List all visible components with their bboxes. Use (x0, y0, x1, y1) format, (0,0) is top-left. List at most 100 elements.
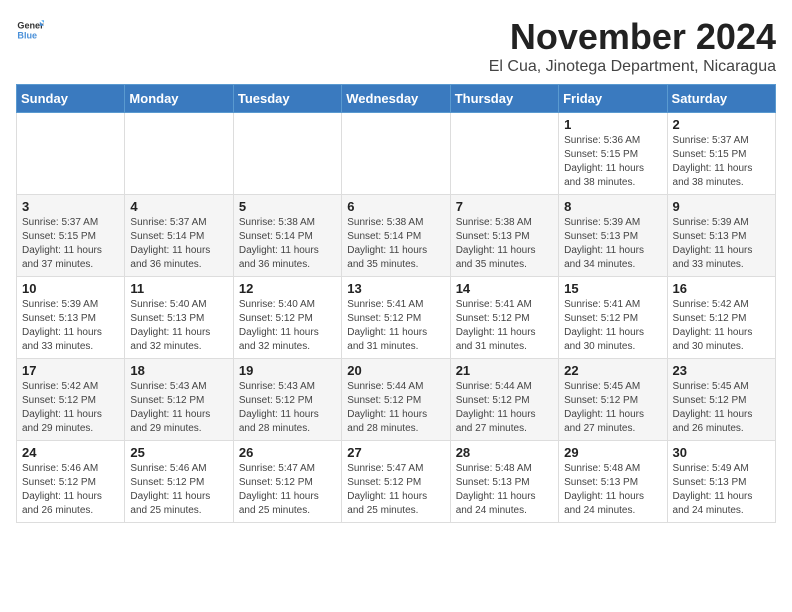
day-info: Sunrise: 5:37 AM Sunset: 5:15 PM Dayligh… (673, 134, 770, 190)
day-info: Sunrise: 5:46 AM Sunset: 5:12 PM Dayligh… (22, 462, 119, 518)
day-info: Sunrise: 5:44 AM Sunset: 5:12 PM Dayligh… (456, 380, 553, 436)
header-sunday: Sunday (17, 85, 125, 113)
header-tuesday: Tuesday (233, 85, 341, 113)
header-monday: Monday (125, 85, 233, 113)
day-info: Sunrise: 5:36 AM Sunset: 5:15 PM Dayligh… (564, 134, 661, 190)
day-number: 23 (673, 363, 770, 378)
day-info: Sunrise: 5:41 AM Sunset: 5:12 PM Dayligh… (456, 298, 553, 354)
day-number: 13 (347, 281, 444, 296)
day-number: 3 (22, 199, 119, 214)
day-info: Sunrise: 5:48 AM Sunset: 5:13 PM Dayligh… (456, 462, 553, 518)
page-header: General Blue November 2024 El Cua, Jinot… (16, 16, 776, 76)
day-number: 22 (564, 363, 661, 378)
day-info: Sunrise: 5:37 AM Sunset: 5:15 PM Dayligh… (22, 216, 119, 272)
day-info: Sunrise: 5:41 AM Sunset: 5:12 PM Dayligh… (347, 298, 444, 354)
table-row: 25 Sunrise: 5:46 AM Sunset: 5:12 PM Dayli… (125, 441, 233, 523)
table-row: 13 Sunrise: 5:41 AM Sunset: 5:12 PM Dayli… (342, 277, 450, 359)
day-number: 20 (347, 363, 444, 378)
table-row: 19 Sunrise: 5:43 AM Sunset: 5:12 PM Dayli… (233, 359, 341, 441)
day-info: Sunrise: 5:40 AM Sunset: 5:13 PM Dayligh… (130, 298, 227, 354)
day-number: 16 (673, 281, 770, 296)
calendar-week-row: 3 Sunrise: 5:37 AM Sunset: 5:15 PM Daylig… (17, 195, 776, 277)
day-info: Sunrise: 5:38 AM Sunset: 5:14 PM Dayligh… (347, 216, 444, 272)
day-number: 2 (673, 117, 770, 132)
location-subtitle: El Cua, Jinotega Department, Nicaragua (489, 58, 776, 76)
day-number: 21 (456, 363, 553, 378)
table-row: 29 Sunrise: 5:48 AM Sunset: 5:13 PM Dayli… (559, 441, 667, 523)
table-row (342, 113, 450, 195)
day-info: Sunrise: 5:46 AM Sunset: 5:12 PM Dayligh… (130, 462, 227, 518)
calendar-week-row: 1Sunrise: 5:36 AM Sunset: 5:15 PM Daylig… (17, 113, 776, 195)
table-row: 15Sunrise: 5:41 AM Sunset: 5:12 PM Dayli… (559, 277, 667, 359)
table-row: 9 Sunrise: 5:39 AM Sunset: 5:13 PM Daylig… (667, 195, 775, 277)
day-number: 7 (456, 199, 553, 214)
table-row: 26 Sunrise: 5:47 AM Sunset: 5:12 PM Dayli… (233, 441, 341, 523)
calendar-week-row: 24 Sunrise: 5:46 AM Sunset: 5:12 PM Dayli… (17, 441, 776, 523)
calendar-week-row: 17 Sunrise: 5:42 AM Sunset: 5:12 PM Dayli… (17, 359, 776, 441)
table-row: 1Sunrise: 5:36 AM Sunset: 5:15 PM Daylig… (559, 113, 667, 195)
day-info: Sunrise: 5:44 AM Sunset: 5:12 PM Dayligh… (347, 380, 444, 436)
day-info: Sunrise: 5:45 AM Sunset: 5:12 PM Dayligh… (673, 380, 770, 436)
day-info: Sunrise: 5:39 AM Sunset: 5:13 PM Dayligh… (673, 216, 770, 272)
day-number: 19 (239, 363, 336, 378)
calendar-header-row: Sunday Monday Tuesday Wednesday Thursday… (17, 85, 776, 113)
day-number: 29 (564, 445, 661, 460)
day-info: Sunrise: 5:39 AM Sunset: 5:13 PM Dayligh… (564, 216, 661, 272)
day-number: 5 (239, 199, 336, 214)
table-row: 24 Sunrise: 5:46 AM Sunset: 5:12 PM Dayli… (17, 441, 125, 523)
day-info: Sunrise: 5:37 AM Sunset: 5:14 PM Dayligh… (130, 216, 227, 272)
day-number: 6 (347, 199, 444, 214)
calendar-table: Sunday Monday Tuesday Wednesday Thursday… (16, 84, 776, 523)
table-row (125, 113, 233, 195)
day-info: Sunrise: 5:48 AM Sunset: 5:13 PM Dayligh… (564, 462, 661, 518)
day-number: 27 (347, 445, 444, 460)
logo: General Blue (16, 16, 44, 44)
table-row: 28Sunrise: 5:48 AM Sunset: 5:13 PM Dayli… (450, 441, 558, 523)
table-row: 4 Sunrise: 5:37 AM Sunset: 5:14 PM Daylig… (125, 195, 233, 277)
table-row: 12Sunrise: 5:40 AM Sunset: 5:12 PM Dayli… (233, 277, 341, 359)
day-info: Sunrise: 5:38 AM Sunset: 5:14 PM Dayligh… (239, 216, 336, 272)
table-row: 22 Sunrise: 5:45 AM Sunset: 5:12 PM Dayli… (559, 359, 667, 441)
table-row (17, 113, 125, 195)
day-number: 26 (239, 445, 336, 460)
svg-text:Blue: Blue (17, 30, 37, 40)
table-row: 16Sunrise: 5:42 AM Sunset: 5:12 PM Dayli… (667, 277, 775, 359)
day-info: Sunrise: 5:40 AM Sunset: 5:12 PM Dayligh… (239, 298, 336, 354)
day-number: 9 (673, 199, 770, 214)
day-info: Sunrise: 5:42 AM Sunset: 5:12 PM Dayligh… (22, 380, 119, 436)
table-row: 6 Sunrise: 5:38 AM Sunset: 5:14 PM Daylig… (342, 195, 450, 277)
table-row: 14 Sunrise: 5:41 AM Sunset: 5:12 PM Dayli… (450, 277, 558, 359)
logo-icon: General Blue (16, 16, 44, 44)
day-info: Sunrise: 5:38 AM Sunset: 5:13 PM Dayligh… (456, 216, 553, 272)
table-row: 18 Sunrise: 5:43 AM Sunset: 5:12 PM Dayli… (125, 359, 233, 441)
month-title: November 2024 (489, 16, 776, 58)
day-number: 8 (564, 199, 661, 214)
day-number: 4 (130, 199, 227, 214)
day-info: Sunrise: 5:47 AM Sunset: 5:12 PM Dayligh… (239, 462, 336, 518)
table-row: 20 Sunrise: 5:44 AM Sunset: 5:12 PM Dayli… (342, 359, 450, 441)
table-row: 3 Sunrise: 5:37 AM Sunset: 5:15 PM Daylig… (17, 195, 125, 277)
day-info: Sunrise: 5:43 AM Sunset: 5:12 PM Dayligh… (130, 380, 227, 436)
day-info: Sunrise: 5:43 AM Sunset: 5:12 PM Dayligh… (239, 380, 336, 436)
day-info: Sunrise: 5:39 AM Sunset: 5:13 PM Dayligh… (22, 298, 119, 354)
table-row: 2 Sunrise: 5:37 AM Sunset: 5:15 PM Daylig… (667, 113, 775, 195)
day-number: 17 (22, 363, 119, 378)
day-number: 11 (130, 281, 227, 296)
day-number: 10 (22, 281, 119, 296)
table-row: 11 Sunrise: 5:40 AM Sunset: 5:13 PM Dayli… (125, 277, 233, 359)
day-number: 24 (22, 445, 119, 460)
table-row (233, 113, 341, 195)
day-number: 18 (130, 363, 227, 378)
day-info: Sunrise: 5:49 AM Sunset: 5:13 PM Dayligh… (673, 462, 770, 518)
day-info: Sunrise: 5:45 AM Sunset: 5:12 PM Dayligh… (564, 380, 661, 436)
table-row: 23 Sunrise: 5:45 AM Sunset: 5:12 PM Dayli… (667, 359, 775, 441)
table-row: 10 Sunrise: 5:39 AM Sunset: 5:13 PM Dayli… (17, 277, 125, 359)
table-row: 5 Sunrise: 5:38 AM Sunset: 5:14 PM Daylig… (233, 195, 341, 277)
day-number: 14 (456, 281, 553, 296)
header-wednesday: Wednesday (342, 85, 450, 113)
day-number: 30 (673, 445, 770, 460)
day-number: 25 (130, 445, 227, 460)
day-info: Sunrise: 5:41 AM Sunset: 5:12 PM Dayligh… (564, 298, 661, 354)
table-row: 7 Sunrise: 5:38 AM Sunset: 5:13 PM Daylig… (450, 195, 558, 277)
header-thursday: Thursday (450, 85, 558, 113)
